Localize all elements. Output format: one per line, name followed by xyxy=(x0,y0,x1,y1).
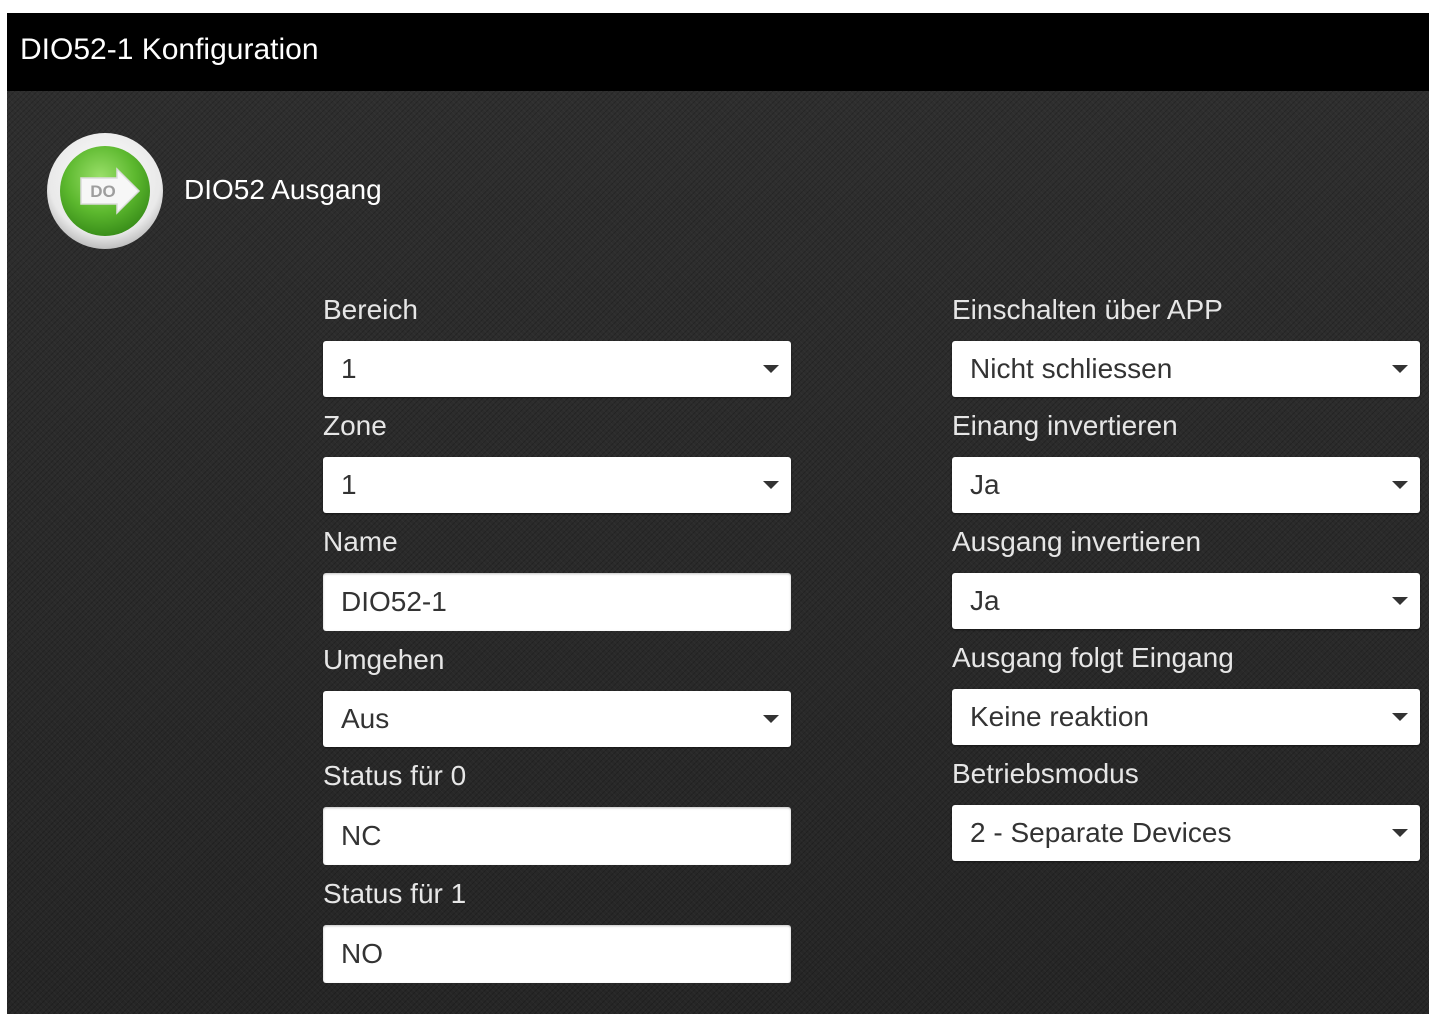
ausgang-invert-label: Ausgang invertieren xyxy=(952,526,1202,557)
chevron-down-icon xyxy=(1392,365,1408,373)
ausgang-folgt-value: Keine reaktion xyxy=(970,701,1150,732)
status0-label: Status für 0 xyxy=(323,760,467,791)
configuration-window: DIO52-1 Konfiguration DO DIO52 Ausgang B… xyxy=(7,13,1429,1014)
status1-field-wrapper xyxy=(323,925,791,983)
umgehen-value: Aus xyxy=(341,703,390,734)
bereich-select[interactable]: 1 xyxy=(323,341,791,397)
chevron-down-icon xyxy=(763,715,779,723)
name-field-wrapper xyxy=(323,573,791,631)
einschalten-select[interactable]: Nicht schliessen xyxy=(952,341,1420,397)
status1-label: Status für 1 xyxy=(323,878,467,909)
device-icon-label: DO xyxy=(90,182,116,201)
right-column: Einschalten über APP Nicht schliessen Ei… xyxy=(952,291,1420,871)
bereich-label: Bereich xyxy=(323,294,418,325)
status0-field-wrapper xyxy=(323,807,791,865)
bereich-value: 1 xyxy=(341,353,357,384)
chevron-down-icon xyxy=(1392,829,1408,837)
status0-field[interactable] xyxy=(323,807,791,865)
chevron-down-icon xyxy=(763,481,779,489)
digital-output-arrow-icon: DO xyxy=(47,133,163,249)
title-bar: DIO52-1 Konfiguration xyxy=(7,13,1429,91)
eingang-invert-select[interactable]: Ja xyxy=(952,457,1420,513)
umgehen-label: Umgehen xyxy=(323,644,445,675)
ausgang-folgt-select[interactable]: Keine reaktion xyxy=(952,689,1420,745)
zone-label: Zone xyxy=(323,410,387,441)
name-label: Name xyxy=(323,526,398,557)
eingang-invert-value: Ja xyxy=(970,469,1000,500)
device-name: DIO52 Ausgang xyxy=(184,174,382,205)
umgehen-select[interactable]: Aus xyxy=(323,691,791,747)
window-title: DIO52-1 Konfiguration xyxy=(20,33,319,66)
betriebsmodus-value: 2 - Separate Devices xyxy=(970,817,1232,848)
betriebsmodus-select[interactable]: 2 - Separate Devices xyxy=(952,805,1420,861)
ausgang-invert-select[interactable]: Ja xyxy=(952,573,1420,629)
left-column: Bereich 1 Zone 1 Name Umgehen Aus Status… xyxy=(323,291,791,993)
einschalten-value: Nicht schliessen xyxy=(970,353,1173,384)
zone-value: 1 xyxy=(341,469,357,500)
zone-select[interactable]: 1 xyxy=(323,457,791,513)
chevron-down-icon xyxy=(1392,713,1408,721)
einschalten-label: Einschalten über APP xyxy=(952,294,1223,325)
ausgang-folgt-label: Ausgang folgt Eingang xyxy=(952,642,1234,673)
name-field[interactable] xyxy=(323,573,791,631)
chevron-down-icon xyxy=(1392,481,1408,489)
ausgang-invert-value: Ja xyxy=(970,585,1000,616)
chevron-down-icon xyxy=(1392,597,1408,605)
betriebsmodus-label: Betriebsmodus xyxy=(952,758,1139,789)
status1-field[interactable] xyxy=(323,925,791,983)
eingang-invert-label: Einang invertieren xyxy=(952,410,1178,441)
chevron-down-icon xyxy=(763,365,779,373)
